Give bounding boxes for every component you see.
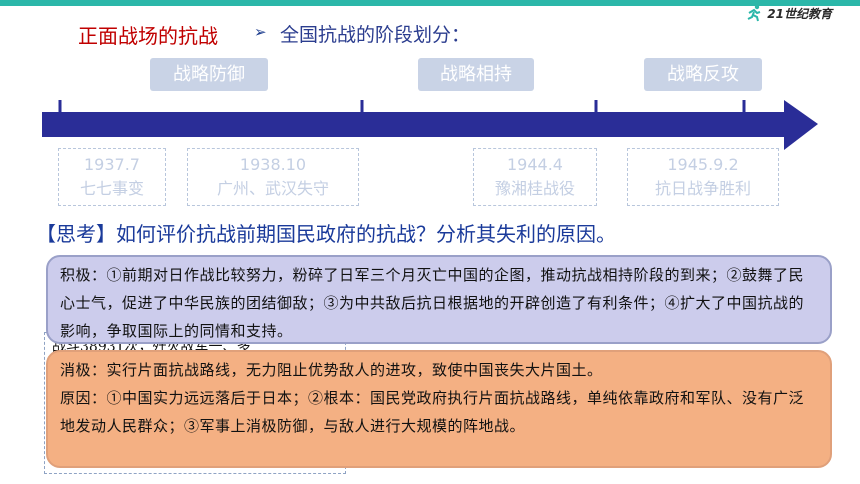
timeline-shaft	[42, 112, 786, 137]
stage-defense: 战略防御	[150, 58, 268, 91]
negative-text: 消极：实行片面抗战路线，无力阻止优势敌人的进攻，致使中国丧失大片国土。	[60, 361, 603, 379]
page-title: 正面战场的抗战	[78, 24, 218, 48]
event-label: 七七事变	[79, 179, 144, 198]
event-1944: 1944.4 豫湘桂战役	[473, 148, 597, 206]
event-label: 豫湘桂战役	[494, 179, 575, 198]
reasons-text: 原因：①中国实力远远落后于日本；②根本：国民党政府执行片面抗战路线，单纯依靠政府…	[60, 389, 805, 435]
event-label: 广州、武汉失守	[216, 179, 329, 198]
event-1937: 1937.7 七七事变	[58, 148, 166, 206]
top-accent-bar	[0, 0, 860, 6]
negative-evaluation-box: 消极：实行片面抗战路线，无力阻止优势敌人的进攻，致使中国丧失大片国土。 原因：①…	[46, 350, 832, 468]
event-date: 1944.4	[507, 155, 563, 174]
event-date: 1937.7	[84, 155, 140, 174]
think-question: 【思考】如何评价抗战前期国民政府的抗战？分析其失利的原因。	[36, 222, 616, 246]
positive-text: 积极：①前期对日作战比较努力，粉碎了日军三个月灭亡中国的企图，推动抗战相持阶段的…	[60, 266, 805, 340]
bullet-arrow-icon: ➢	[254, 23, 267, 41]
event-date: 1938.10	[239, 155, 307, 174]
timeline-arrowhead	[784, 100, 818, 150]
logo-text: 21世纪教育	[767, 6, 832, 21]
section-subtitle: 全国抗战的阶段划分：	[280, 24, 471, 46]
stage-stalemate: 战略相持	[418, 58, 534, 91]
event-date: 1945.9.2	[667, 155, 739, 174]
brand-logo: 21世纪教育	[745, 2, 832, 24]
stage-counteroffensive: 战略反攻	[644, 58, 762, 91]
event-label: 抗日战争胜利	[654, 179, 751, 198]
event-1945: 1945.9.2 抗日战争胜利	[627, 148, 779, 206]
runner-icon	[747, 4, 761, 22]
event-1938: 1938.10 广州、武汉失守	[187, 148, 359, 206]
positive-evaluation-box: 积极：①前期对日作战比较努力，粉碎了日军三个月灭亡中国的企图，推动抗战相持阶段的…	[46, 255, 832, 344]
